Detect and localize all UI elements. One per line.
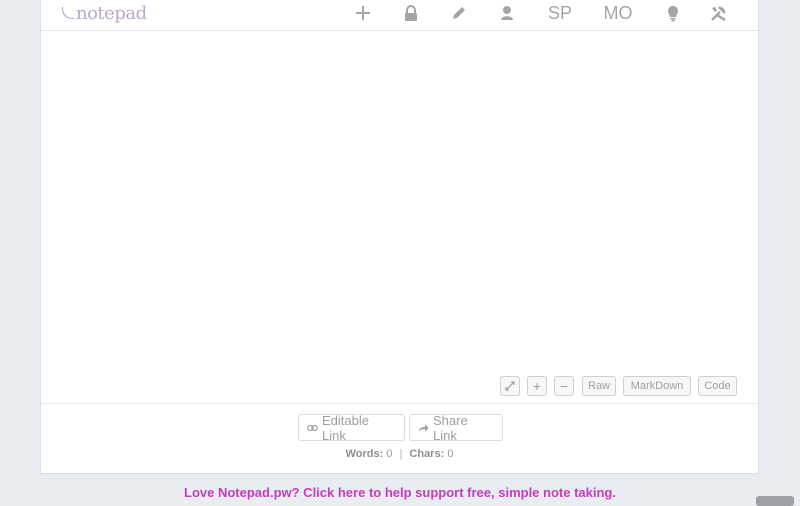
- expand-icon: [505, 381, 515, 391]
- user-button[interactable]: [497, 0, 517, 26]
- editable-link-label: Editable Link: [322, 412, 369, 443]
- plus-icon: [356, 6, 370, 20]
- corner-widget-tab[interactable]: [756, 496, 794, 506]
- words-count: 0: [386, 448, 393, 460]
- markdown-label: MarkDown: [630, 380, 684, 392]
- logo[interactable]: notepad: [61, 0, 147, 26]
- logo-mark-icon: [62, 7, 74, 19]
- expand-button[interactable]: [500, 376, 520, 396]
- words-label: Words:: [345, 448, 384, 460]
- logo-text: notepad: [76, 2, 147, 24]
- lock-icon: [405, 4, 417, 21]
- edit-button[interactable]: [449, 0, 469, 26]
- chars-label: Chars:: [409, 448, 445, 460]
- footer-divider: [41, 403, 758, 404]
- user-icon: [501, 6, 513, 20]
- mo-label: MO: [603, 2, 633, 23]
- code-label: Code: [704, 380, 731, 392]
- tips-button[interactable]: [663, 0, 683, 26]
- markdown-button[interactable]: MarkDown: [623, 376, 691, 396]
- support-link[interactable]: Love Notepad.pw? Click here to help supp…: [0, 485, 800, 500]
- share-arrow-icon: [418, 423, 429, 433]
- code-button[interactable]: Code: [698, 376, 737, 396]
- chars-count: 0: [447, 448, 454, 460]
- raw-label: Raw: [588, 380, 611, 392]
- sp-label: SP: [547, 2, 572, 23]
- raw-button[interactable]: Raw: [582, 376, 616, 396]
- word-char-counter: Words: 0 | Chars: 0: [41, 448, 758, 460]
- lock-button[interactable]: [401, 0, 421, 26]
- share-link-label: Share Link: [433, 412, 468, 443]
- top-navigation-bar: notepad SP MO: [41, 0, 758, 31]
- pencil-icon: [453, 7, 465, 19]
- lightbulb-icon: [668, 5, 678, 21]
- sp-button[interactable]: SP: [546, 0, 574, 26]
- link-icon: [307, 424, 318, 432]
- zoom-out-label: −: [559, 378, 569, 394]
- notepad-card: notepad SP MO + − Raw MarkDown Code Edit…: [40, 0, 759, 474]
- editable-link-button[interactable]: Editable Link: [298, 412, 405, 443]
- note-editor[interactable]: [41, 31, 758, 403]
- mo-button[interactable]: MO: [601, 0, 635, 26]
- tools-icon: [710, 5, 726, 21]
- new-note-button[interactable]: [353, 0, 373, 26]
- share-link-button[interactable]: Share Link: [409, 412, 503, 443]
- zoom-in-label: +: [532, 378, 542, 394]
- count-separator: |: [399, 448, 403, 460]
- zoom-in-button[interactable]: +: [527, 376, 547, 396]
- zoom-out-button[interactable]: −: [554, 376, 574, 396]
- tools-button[interactable]: [708, 0, 728, 26]
